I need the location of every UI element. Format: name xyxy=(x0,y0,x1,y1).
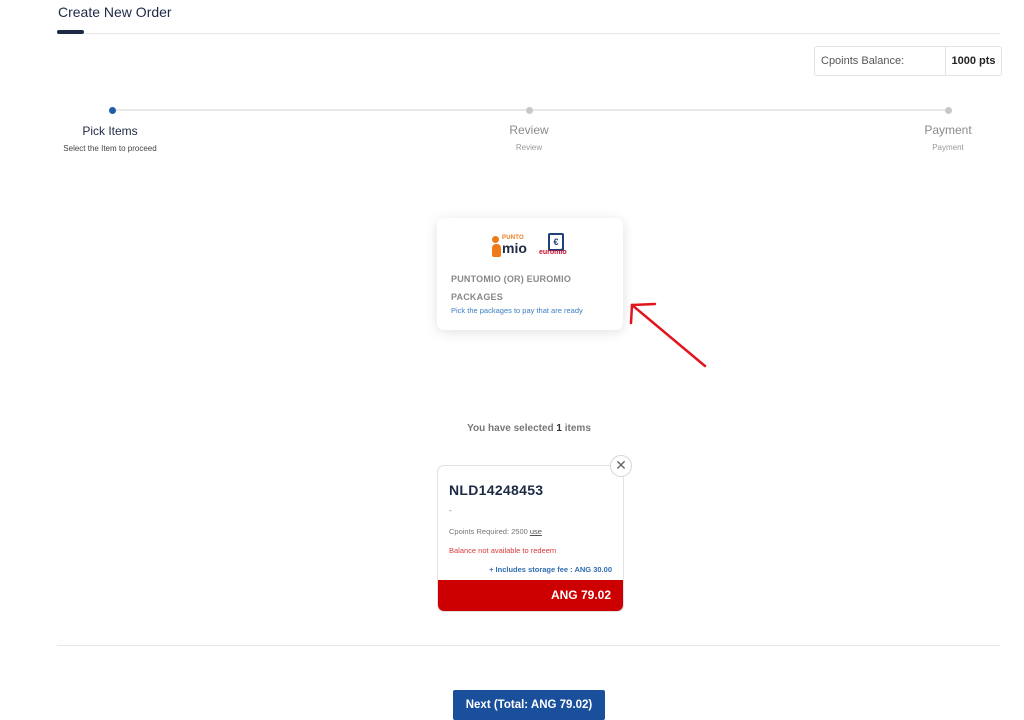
step-label-pick-items[interactable]: Pick Items xyxy=(40,124,180,138)
package-card-subtitle: Pick the packages to pay that are ready xyxy=(451,306,583,315)
storage-fee-note: + Includes storage fee : ANG 30.00 xyxy=(489,565,612,574)
cpoints-balance-label: Cpoints Balance: xyxy=(815,47,946,75)
euromio-logo: € euromio xyxy=(538,232,572,258)
item-cpoints-required: Cpoints Required: 2500 use xyxy=(449,527,542,536)
item-description: - xyxy=(449,506,452,515)
step-sub-pick-items: Select the Item to proceed xyxy=(63,144,157,153)
step-sub-payment: Payment xyxy=(932,143,964,152)
title-underline xyxy=(57,30,84,34)
balance-warning: Balance not available to redeem xyxy=(449,546,557,555)
step-dot-review xyxy=(526,107,533,114)
item-price: ANG 79.02 xyxy=(438,580,623,611)
package-logos: PUNTO mio € euromio xyxy=(492,232,572,258)
annotation-arrow xyxy=(629,302,707,368)
close-icon: ✕ xyxy=(615,457,627,473)
puntomio-logo: PUNTO mio xyxy=(492,232,530,258)
item-code: NLD14248453 xyxy=(449,482,544,498)
cpoints-balance-value: 1000 pts xyxy=(951,55,996,67)
footer-divider xyxy=(57,645,1000,646)
cpoints-balance-box: Cpoints Balance: 1000 pts xyxy=(814,46,1002,76)
use-cpoints-link[interactable]: use xyxy=(530,527,542,536)
package-card-title: PUNTOMIO (OR) EUROMIO PACKAGES xyxy=(451,274,572,302)
selected-item-card: NLD14248453 - Cpoints Required: 2500 use … xyxy=(437,465,624,612)
remove-item-button[interactable]: ✕ xyxy=(610,455,632,477)
step-sub-review: Review xyxy=(515,143,543,152)
selected-count: 1 xyxy=(556,423,562,434)
page-title: Create New Order xyxy=(58,4,172,20)
step-dot-payment xyxy=(945,107,952,114)
next-button[interactable]: Next (Total: ANG 79.02) xyxy=(453,690,605,720)
step-label-review[interactable]: Review xyxy=(459,123,599,137)
step-dot-pick-items xyxy=(109,107,116,114)
step-label-payment[interactable]: Payment xyxy=(878,123,1018,137)
package-type-card[interactable]: PUNTO mio € euromio PUNTOMIO (OR) EUROMI… xyxy=(437,218,623,330)
selected-items-summary: You have selected 1 items xyxy=(467,423,591,434)
header-divider xyxy=(57,33,1000,34)
